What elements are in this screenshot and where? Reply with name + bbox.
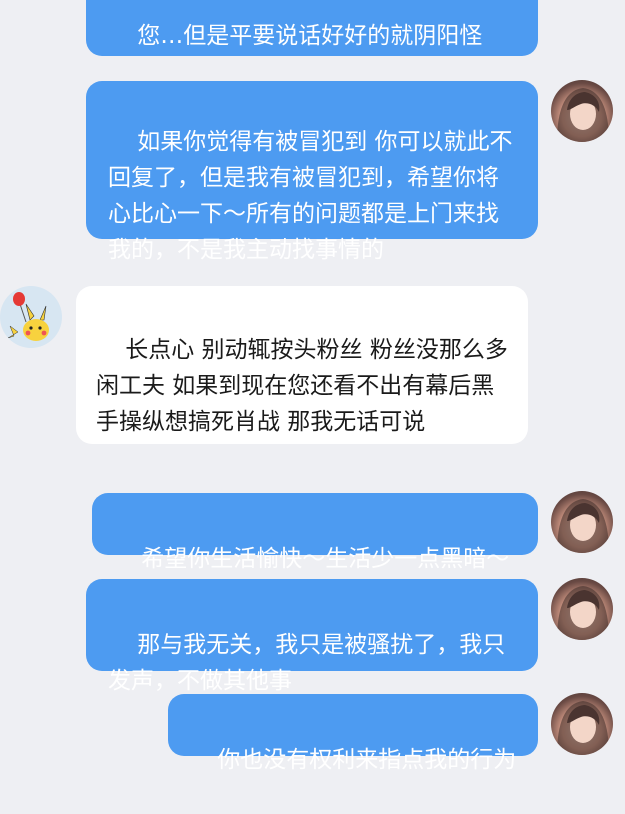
message-text: 长点心 别动辄按头粉丝 粉丝没那么多闲工夫 如果到现在您还看不出有幕后黑手操纵想… (96, 337, 508, 435)
message-text: 您…但是平要说话好好的就阴阳怪气，挺让人不舒服的 (137, 23, 483, 49)
user-avatar[interactable] (551, 80, 613, 142)
message-text: 如果你觉得有被冒犯到 你可以就此不回复了，但是我有被冒犯到，希望你将心比心一下～… (108, 129, 513, 263)
chat-view: 您…但是平要说话好好的就阴阳怪气，挺让人不舒服的 如果你觉得有被冒犯到 你可以就… (0, 0, 625, 776)
user-avatar-photo-icon (557, 701, 609, 755)
message-text: 你也没有权利来指点我的行为 (217, 747, 517, 773)
message-bubble-outgoing[interactable]: 如果你觉得有被冒犯到 你可以就此不回复了，但是我有被冒犯到，希望你将心比心一下～… (86, 81, 538, 263)
message-bubble-incoming[interactable]: 长点心 别动辄按头粉丝 粉丝没那么多闲工夫 如果到现在您还看不出有幕后黑手操纵想… (76, 286, 528, 444)
message-bubble-outgoing[interactable]: 您…但是平要说话好好的就阴阳怪气，挺让人不舒服的 (86, 0, 538, 56)
message-bubble-outgoing[interactable]: 希望你生活愉快～生活少一点黑暗～ (92, 493, 538, 572)
user-avatar-photo-icon (557, 586, 609, 640)
user-avatar-photo-icon (557, 88, 609, 142)
user-avatar[interactable] (551, 693, 613, 755)
message-bubble-outgoing[interactable]: 你也没有权利来指点我的行为 (168, 694, 538, 773)
pikachu-balloon-icon (7, 292, 49, 341)
message-bubble-outgoing[interactable]: 那与我无关，我只是被骚扰了，我只发声，不做其他事 (86, 579, 538, 694)
user-avatar[interactable] (551, 491, 613, 553)
user-avatar[interactable] (551, 578, 613, 640)
message-text: 那与我无关，我只是被骚扰了，我只发声，不做其他事 (108, 632, 506, 694)
message-text: 希望你生活愉快～生活少一点黑暗～ (141, 546, 510, 572)
contact-avatar[interactable] (0, 286, 62, 348)
user-avatar-photo-icon (557, 499, 609, 553)
